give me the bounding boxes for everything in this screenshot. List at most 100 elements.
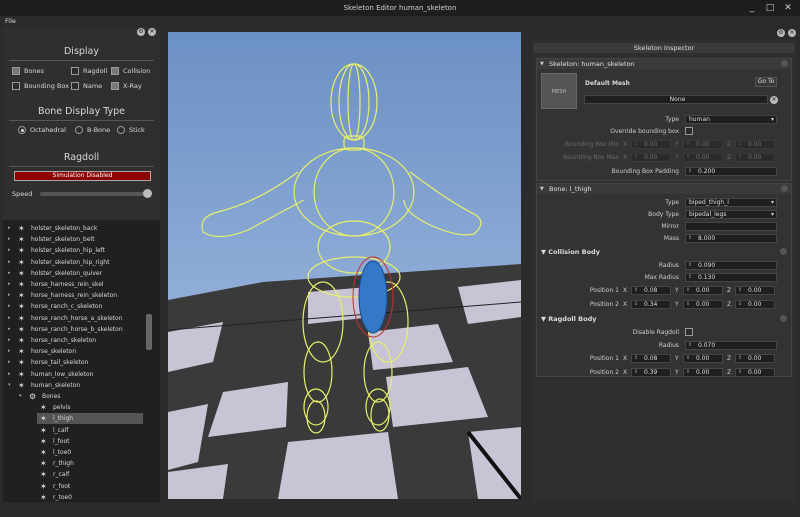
- collision-p2-x[interactable]: 0.34: [631, 300, 671, 309]
- ragdoll-p2-z[interactable]: 0.00: [735, 368, 775, 377]
- bbone-radio[interactable]: B-Bone: [75, 126, 110, 134]
- collapsed-arrow-icon[interactable]: ▸: [8, 346, 11, 357]
- ragdoll-p2-x[interactable]: 0.39: [631, 368, 671, 377]
- section-menu-icon[interactable]: [780, 248, 787, 255]
- tree-item[interactable]: ▸ ✶ holster_skeleton_hip_left: [3, 245, 143, 256]
- ragdoll-p1-x[interactable]: 0.08: [631, 354, 671, 363]
- collapsed-arrow-icon[interactable]: ▸: [8, 369, 11, 380]
- ragdoll-checkbox[interactable]: Ragdoll: [71, 67, 107, 75]
- tree-item[interactable]: ▸ ✶ horse_harness_rein_skeleton: [3, 290, 143, 301]
- expanded-arrow-icon[interactable]: ▾: [8, 380, 11, 391]
- tree-item[interactable]: ✶ l_toe0: [3, 447, 143, 458]
- collapsed-arrow-icon[interactable]: ▸: [8, 301, 11, 312]
- mesh-field[interactable]: None: [584, 95, 768, 104]
- bone-section-header[interactable]: ▼ Bone: l_thigh: [537, 184, 791, 194]
- ragdoll-radius-field[interactable]: 0.070: [685, 341, 777, 350]
- tree-item[interactable]: ▸ ✶ horse_ranch_skeleton: [3, 335, 143, 346]
- tree-item[interactable]: ▸ ✶ holster_skeleton_back: [3, 223, 143, 234]
- tree-item[interactable]: ✶ l_calf: [3, 425, 143, 436]
- ragdoll-p2-y[interactable]: 0.00: [683, 368, 723, 377]
- tree-item[interactable]: ▸ ✶ horse_ranch_c_skeleton: [3, 301, 143, 312]
- menu-file[interactable]: File: [5, 17, 16, 25]
- tree-item[interactable]: ✶ l_thigh: [37, 413, 143, 425]
- tree-item[interactable]: ✶ r_calf: [3, 469, 143, 480]
- collapsed-arrow-icon[interactable]: ▸: [8, 234, 11, 245]
- minimize-icon[interactable]: _: [744, 0, 760, 16]
- override-bbox-checkbox[interactable]: [685, 127, 693, 135]
- collision-radius-field[interactable]: 0.090: [685, 261, 777, 270]
- clear-icon[interactable]: ✕: [770, 96, 778, 104]
- section-menu-icon[interactable]: [781, 185, 788, 192]
- xray-checkbox[interactable]: X-Ray: [111, 82, 142, 90]
- mass-field[interactable]: 8.000: [685, 234, 777, 243]
- collision-p1-y[interactable]: 0.00: [683, 286, 723, 295]
- tree-item[interactable]: ✶ l_foot: [3, 436, 143, 447]
- tree-item[interactable]: ▸ ✶ horse_tail_skeleton: [3, 357, 143, 368]
- collision-p1-x[interactable]: 0.08: [631, 286, 671, 295]
- disable-ragdoll-checkbox[interactable]: [685, 328, 693, 336]
- tree-item[interactable]: ▸ ✶ horse_ranch_horse_b_skeleton: [3, 324, 143, 335]
- collision-body-header[interactable]: ▼ Collision Body: [541, 248, 600, 256]
- tree-scrollbar-thumb[interactable]: [146, 314, 152, 350]
- stick-radio[interactable]: Stick: [117, 126, 145, 134]
- bones-checkbox[interactable]: Bones: [12, 67, 44, 75]
- tree-item[interactable]: ✶ r_thigh: [3, 458, 143, 469]
- collision-checkbox[interactable]: Collision: [111, 67, 150, 75]
- bounding-box-checkbox[interactable]: Bounding Box: [12, 82, 69, 90]
- settings-icon[interactable]: ⚙: [137, 28, 145, 36]
- collapsed-arrow-icon[interactable]: ▸: [8, 279, 11, 290]
- tree-item[interactable]: ▸ ✶ holster_skeleton_quiver: [3, 268, 143, 279]
- bbox-min-z[interactable]: 0.00: [735, 140, 775, 149]
- collapsed-arrow-icon[interactable]: ▸: [8, 335, 11, 346]
- tree-item[interactable]: ▸ ✶ horse_skeleton: [3, 346, 143, 357]
- collision-p2-z[interactable]: 0.00: [735, 300, 775, 309]
- type-dropdown[interactable]: human: [685, 115, 777, 124]
- tree-item[interactable]: ▸ ✶ holster_skeleton_hip_right: [3, 257, 143, 268]
- tree-item[interactable]: ✶ r_toe0: [3, 492, 143, 503]
- tree-item[interactable]: ✶ pelvis: [3, 402, 143, 413]
- tree-item[interactable]: ▸ ✶ horse_harness_rein_skel: [3, 279, 143, 290]
- ragdoll-p1-y[interactable]: 0.00: [683, 354, 723, 363]
- maximize-icon[interactable]: □: [762, 0, 778, 16]
- max-radius-field[interactable]: 0.130: [685, 273, 777, 282]
- ragdoll-p1-z[interactable]: 0.00: [735, 354, 775, 363]
- collapsed-arrow-icon[interactable]: ▸: [8, 245, 11, 256]
- bbox-padding-field[interactable]: 0.200: [685, 167, 777, 176]
- collapsed-arrow-icon[interactable]: ▸: [8, 223, 11, 234]
- slider-handle[interactable]: [143, 189, 152, 198]
- collapsed-arrow-icon[interactable]: ▸: [8, 324, 11, 335]
- bbox-min-x[interactable]: 0.00: [631, 140, 671, 149]
- tree-item[interactable]: ▸ ✶ human_low_skeleton: [3, 369, 143, 380]
- goto-button[interactable]: Go To: [755, 77, 777, 87]
- simulation-toggle-button[interactable]: Simulation Disabled: [14, 171, 151, 181]
- name-checkbox[interactable]: Name: [71, 82, 102, 90]
- collapsed-arrow-icon[interactable]: ▸: [8, 313, 11, 324]
- tree-item[interactable]: ✶ r_foot: [3, 481, 143, 492]
- collision-p2-y[interactable]: 0.00: [683, 300, 723, 309]
- section-menu-icon[interactable]: [780, 315, 787, 322]
- bbox-max-z[interactable]: 0.00: [735, 153, 775, 162]
- bbox-min-y[interactable]: 0.00: [683, 140, 723, 149]
- settings-icon[interactable]: ⚙: [777, 29, 785, 37]
- collapsed-arrow-icon[interactable]: ▸: [8, 268, 11, 279]
- tree-item[interactable]: ▾ ⚙ Bones: [3, 391, 143, 402]
- ragdoll-body-header[interactable]: ▼ Ragdoll Body: [541, 315, 596, 323]
- skeleton-section-header[interactable]: ▼ Skeleton: human_skeleton: [537, 59, 791, 69]
- mirror-field[interactable]: [685, 222, 777, 231]
- speed-slider[interactable]: [40, 189, 152, 198]
- body-type-dropdown[interactable]: bipedal_legs: [685, 210, 777, 219]
- bbox-max-x[interactable]: 0.00: [631, 153, 671, 162]
- close-panel-icon[interactable]: ✕: [148, 28, 156, 36]
- expanded-arrow-icon[interactable]: ▾: [19, 391, 22, 402]
- section-menu-icon[interactable]: [781, 60, 788, 67]
- close-panel-icon[interactable]: ✕: [788, 29, 796, 37]
- collision-p1-z[interactable]: 0.00: [735, 286, 775, 295]
- tree-item[interactable]: ▸ ✶ horse_ranch_horse_a_skeleton: [3, 313, 143, 324]
- bbox-max-y[interactable]: 0.00: [683, 153, 723, 162]
- tree-item[interactable]: ▸ ✶ holster_skeleton_belt: [3, 234, 143, 245]
- collapsed-arrow-icon[interactable]: ▸: [8, 257, 11, 268]
- collapsed-arrow-icon[interactable]: ▸: [8, 357, 11, 368]
- octahedral-radio[interactable]: Octahedral: [18, 126, 66, 134]
- collapsed-arrow-icon[interactable]: ▸: [8, 290, 11, 301]
- bone-type-dropdown[interactable]: biped_thigh_l: [685, 198, 777, 207]
